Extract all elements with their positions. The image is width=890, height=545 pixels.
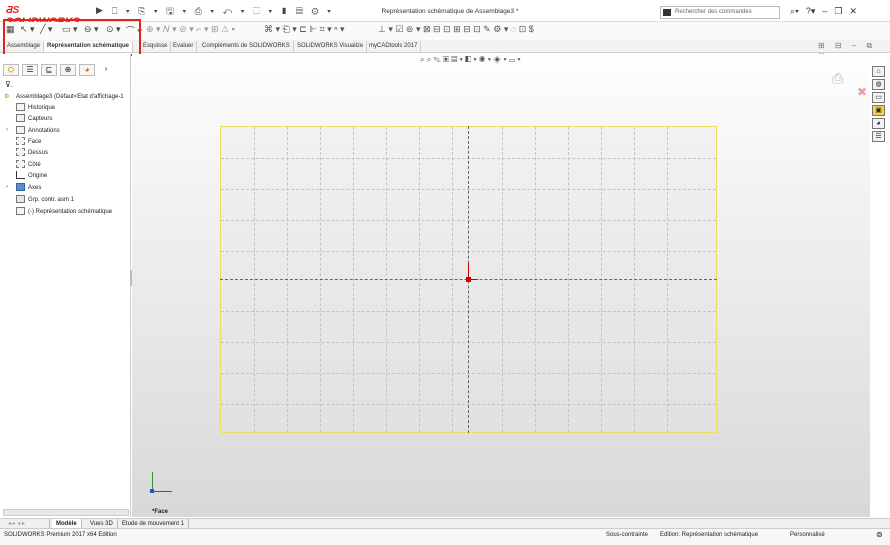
tree-item-label: Capteurs	[28, 116, 53, 122]
folder-icon	[16, 183, 25, 192]
feature-tree-tab-icon[interactable]: ⛭	[3, 64, 19, 76]
search-dropdown-icon[interactable]: ⌕▾	[790, 6, 799, 19]
quick-access-toolbar[interactable]: ⎕ ▾ ⎘ ▾ 🖫 ▾ ⎙ ▾ ↶ ▾ ⬚ ▾ ▮ ▤ ⚙ ▾	[112, 4, 334, 20]
view-triad	[150, 468, 178, 496]
tree-item-origine[interactable]: Origine	[16, 171, 47, 181]
help-status-icon[interactable]: ⊚	[876, 530, 883, 539]
panel-tabs: ⛭ ☰ ⊑ ⊕ ◕ ›	[3, 64, 128, 78]
plane-icon	[16, 148, 25, 157]
tree-item-face[interactable]: Face	[16, 137, 41, 147]
panel-expand-icon[interactable]: ›	[98, 64, 114, 76]
window-title: Représentation schématique de Assemblage…	[381, 8, 519, 15]
menu-expand-icon[interactable]: ▶	[96, 5, 103, 16]
tree-item-representation[interactable]: (-) Représentation schématique	[16, 207, 112, 217]
tree-item-axes[interactable]: Axes	[16, 183, 41, 193]
configuration-tab-icon[interactable]: ⊑	[41, 64, 57, 76]
search-icon	[663, 9, 671, 16]
status-units[interactable]: Personnalisé	[790, 532, 825, 538]
tree-item-label: Côté	[28, 162, 41, 168]
tree-item-label: Face	[28, 139, 42, 145]
tree-item-label: Annotations	[28, 128, 60, 134]
camera-ghost-icon: ⎙	[832, 70, 844, 86]
schematic-icon	[16, 207, 25, 216]
tree-item-grp-contr[interactable]: Grp. contr. asm 1	[16, 195, 74, 205]
tree-item-label: Origine	[28, 173, 48, 179]
polygon-tool-icon[interactable]: ⊕ ▾ 𝑁 ▾ ⊘ ▾ ⌐ ▾ ⊞ ⚠ ▪	[146, 24, 235, 37]
close-icon[interactable]: ✕	[849, 6, 857, 19]
sensors-icon	[16, 114, 25, 123]
design-library-icon[interactable]: ▭	[872, 92, 885, 103]
tree-item-annotations[interactable]: Annotations	[16, 126, 60, 136]
red-highlight-box	[3, 19, 141, 56]
property-manager-tab-icon[interactable]: ☰	[22, 64, 38, 76]
bottom-tabs: ◂ ▸ ◂ ▸ Modèle Vues 3D Etude de mouvemen…	[0, 518, 890, 529]
heads-up-view-toolbar[interactable]: ⌕ ⌕ ✎ ▣ ▤ ▾ ◧ ▾ ◉ ▾ ◈ ▾ ▭ ▾	[420, 55, 600, 66]
expand-arrow-icon[interactable]: ›	[6, 184, 8, 190]
resources-icon[interactable]: ◍	[872, 79, 885, 90]
tab-esquisse[interactable]: Esquisse	[140, 41, 172, 52]
custom-properties-icon[interactable]: ☰	[872, 131, 885, 142]
tree-item-cote[interactable]: Côté	[16, 160, 41, 170]
panel-horizontal-scrollbar[interactable]	[3, 509, 129, 516]
window-controls: ⌕▾ ?▾ – ❐ ✕	[790, 6, 888, 19]
constraint-group-icon	[16, 195, 25, 204]
origin-marker-icon[interactable]	[466, 277, 471, 282]
block-tools-icon[interactable]: ⌘ ▾ ⎗ ▾ ⊏ ⊩ ⌗ ▾ ⁿ ▾	[264, 24, 345, 37]
tree-item-capteurs[interactable]: Capteurs	[16, 114, 52, 124]
mate-tools-icon[interactable]: ⊥ ▾ ☑ ⊚ ▾ ⊠ ⊟ ⊡ ⊞ ⊟ ⊡ ✎ ⚙ ▾ ◌ ⊡ $	[378, 24, 534, 37]
home-icon[interactable]: ⌂	[872, 66, 885, 77]
tree-root[interactable]: ⚙ Assemblage3 (Défaut<Etat d'affichage-1	[4, 92, 124, 102]
task-pane-tabs: ⌂ ◍ ▭ ▣ ◕ ☰	[872, 66, 888, 146]
restore-icon[interactable]: ❐	[834, 6, 842, 19]
tab-evaluer[interactable]: Evaluer	[170, 41, 198, 52]
file-explorer-icon[interactable]: ▣	[872, 105, 885, 116]
tab-complements[interactable]: Compléments de SOLIDWORKS	[199, 41, 294, 52]
tab-mycadtools[interactable]: myCADtools 2017	[366, 41, 422, 52]
tree-item-label: Historique	[28, 105, 56, 111]
dimxpert-tab-icon[interactable]: ⊕	[60, 64, 76, 76]
view-orientation-label: *Face	[152, 509, 169, 515]
filter-icon[interactable]: ⊽.	[5, 80, 13, 89]
solidworks-logo[interactable]: ƋS SOLIDWORKS	[6, 4, 94, 28]
search-input[interactable]: Rechercher des commandes	[660, 6, 780, 19]
status-edition: SOLIDWORKS Premium 2017 x64 Edition	[4, 532, 117, 538]
expand-arrow-icon[interactable]: ›	[6, 127, 8, 133]
tree-item-label: Axes	[28, 185, 42, 191]
plane-icon	[16, 160, 25, 169]
help-icon[interactable]: ?▾	[806, 6, 816, 19]
status-constraint: Sous-contrainte	[606, 532, 649, 538]
history-icon	[16, 103, 25, 112]
tree-item-dessus[interactable]: Dessus	[16, 148, 48, 158]
display-manager-tab-icon[interactable]: ◕	[79, 64, 95, 76]
tree-root-label: Assemblage3 (Défaut<Etat d'affichage-1	[16, 94, 124, 100]
tree-item-label: Dessus	[28, 150, 49, 156]
annotations-icon	[16, 126, 25, 135]
tree-item-label: (-) Représentation schématique	[28, 209, 113, 215]
tree-item-label: Grp. contr. asm 1	[28, 197, 75, 203]
plane-icon	[16, 137, 25, 146]
appearances-icon[interactable]: ◕	[872, 118, 885, 129]
origin-icon	[16, 171, 25, 180]
tree-item-historique[interactable]: Historique	[16, 103, 55, 113]
assembly-icon: ⚙	[4, 94, 10, 101]
close-sketch-icon[interactable]: ✖	[857, 85, 867, 99]
status-editing: Edition: Représentation schématique	[660, 532, 759, 538]
minimize-icon[interactable]: –	[822, 6, 827, 19]
status-bar: SOLIDWORKS Premium 2017 x64 Edition Sous…	[0, 528, 890, 545]
tab-visualize[interactable]: SOLIDWORKS Visualize	[294, 41, 368, 52]
